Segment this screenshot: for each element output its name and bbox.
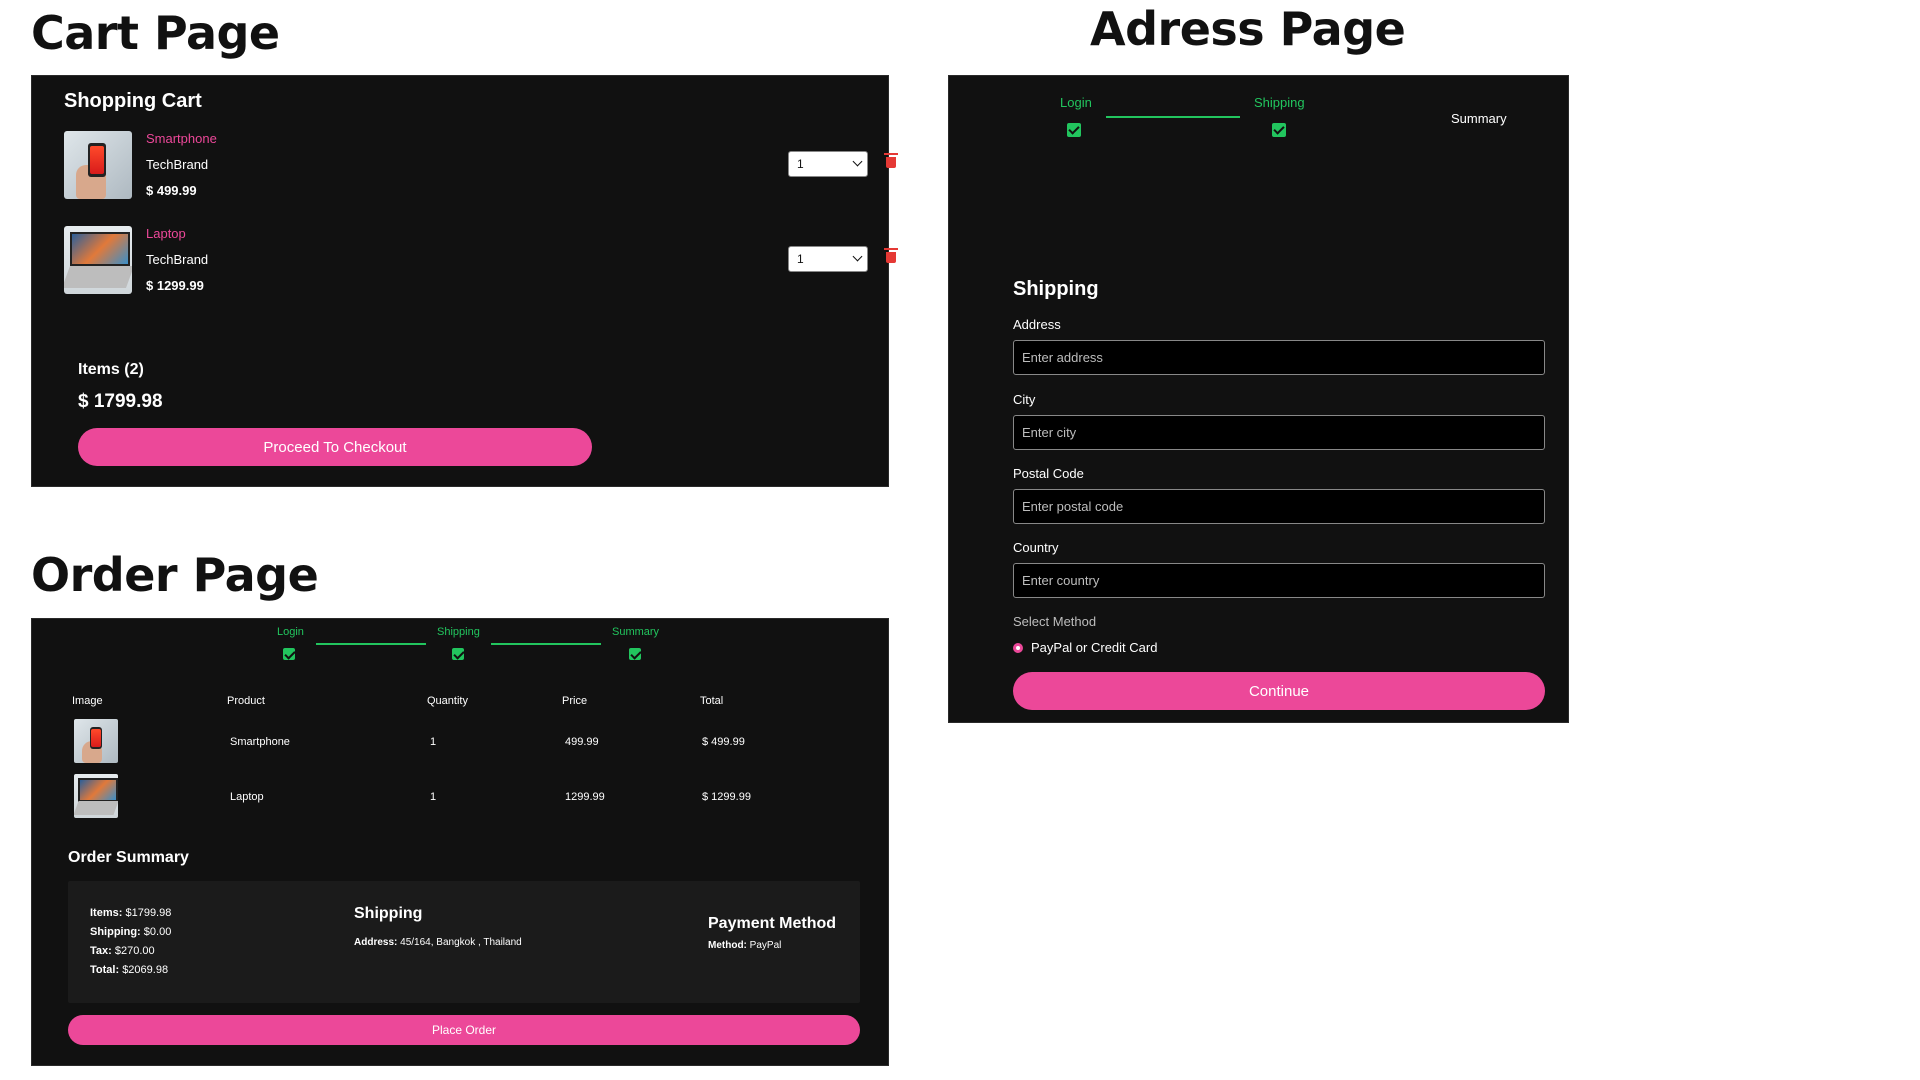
row-product: Smartphone	[230, 736, 290, 748]
quantity-select[interactable]: 1	[788, 246, 868, 272]
column-header-total: Total	[700, 695, 724, 707]
check-icon	[1067, 123, 1081, 137]
step-shipping-label: Shipping	[1254, 95, 1305, 110]
check-icon	[452, 648, 464, 660]
smartphone-image	[64, 131, 132, 199]
trash-icon[interactable]	[884, 248, 898, 263]
column-header-price: Price	[562, 695, 588, 707]
summary-items: Items: $1799.98	[90, 907, 172, 919]
summary-tax: Tax: $270.00	[90, 945, 155, 957]
chevron-down-icon	[852, 156, 863, 167]
row-total: $ 499.99	[702, 736, 745, 748]
city-input[interactable]	[1013, 415, 1545, 450]
order-summary-box: Items: $1799.98 Shipping: $0.00 Tax: $27…	[68, 881, 860, 1003]
select-method-label: Select Method	[1013, 614, 1097, 629]
row-product: Laptop	[230, 791, 264, 803]
quantity-value: 1	[797, 252, 804, 266]
step-connector	[491, 643, 601, 645]
proceed-to-checkout-button[interactable]: Proceed To Checkout	[78, 428, 592, 466]
row-price: 1299.99	[565, 791, 605, 803]
summary-total: Total: $2069.98	[90, 964, 169, 976]
row-quantity: 1	[430, 791, 437, 803]
paypal-option-label[interactable]: PayPal or Credit Card	[1031, 640, 1157, 655]
country-label: Country	[1013, 540, 1059, 555]
row-total: $ 1299.99	[702, 791, 751, 803]
order-shipping-address: Address: 45/164, Bangkok , Thailand	[354, 937, 522, 948]
column-header-product: Product	[227, 695, 265, 707]
laptop-image	[64, 226, 132, 294]
laptop-image	[74, 774, 118, 818]
order-shipping-title: Shipping	[354, 905, 423, 922]
column-header-quantity: Quantity	[427, 695, 468, 707]
order-panel: Login Shipping Summary Image Product Qua…	[31, 618, 889, 1066]
postal-code-label: Postal Code	[1013, 466, 1084, 481]
chevron-down-icon	[852, 251, 863, 262]
step-summary-label: Summary	[1451, 111, 1507, 126]
step-login-label: Login	[277, 626, 304, 638]
check-icon	[283, 648, 295, 660]
cart-items-count: Items (2)	[78, 361, 144, 378]
order-summary-heading: Order Summary	[68, 849, 189, 866]
quantity-select[interactable]: 1	[788, 151, 868, 177]
country-input[interactable]	[1013, 563, 1545, 598]
address-label: Address	[1013, 317, 1061, 332]
smartphone-image	[74, 719, 118, 763]
step-shipping-label: Shipping	[437, 626, 480, 638]
cart-item-brand: TechBrand	[146, 252, 209, 267]
summary-shipping: Shipping: $0.00	[90, 926, 172, 938]
city-label: City	[1013, 392, 1036, 407]
shipping-heading: Shipping	[1013, 278, 1099, 300]
payment-method-title: Payment Method	[708, 915, 837, 932]
cart-item-brand: TechBrand	[146, 157, 209, 172]
step-summary-label: Summary	[612, 626, 660, 638]
order-page-title: Order Page	[31, 548, 319, 602]
cart-item-name[interactable]: Laptop	[146, 226, 186, 241]
quantity-value: 1	[797, 157, 804, 171]
place-order-button[interactable]: Place Order	[68, 1015, 860, 1045]
step-connector	[316, 643, 426, 645]
step-login-label: Login	[1060, 95, 1092, 110]
address-page-title: Adress Page	[1090, 2, 1406, 56]
cart-heading: Shopping Cart	[64, 90, 202, 112]
payment-method-value: Method: PayPal	[708, 940, 782, 951]
postal-code-input[interactable]	[1013, 489, 1545, 524]
address-panel: Login Shipping Summary Shipping Address …	[948, 75, 1569, 723]
trash-icon[interactable]	[884, 153, 898, 168]
cart-item-laptop: Laptop TechBrand $ 1299.99 1	[64, 226, 898, 296]
radio-icon[interactable]	[1013, 643, 1023, 653]
check-icon	[629, 648, 641, 660]
row-quantity: 1	[430, 736, 437, 748]
cart-item-price: $ 1299.99	[146, 278, 204, 293]
cart-item-price: $ 499.99	[146, 183, 197, 198]
cart-total: $ 1799.98	[78, 391, 163, 412]
step-connector	[1106, 116, 1240, 118]
cart-item-smartphone: Smartphone TechBrand $ 499.99 1	[64, 131, 898, 201]
check-icon	[1272, 123, 1286, 137]
continue-button[interactable]: Continue	[1013, 672, 1545, 710]
column-header-image: Image	[72, 695, 103, 707]
cart-page-title: Cart Page	[31, 6, 280, 60]
cart-item-name[interactable]: Smartphone	[146, 131, 217, 146]
row-price: 499.99	[565, 736, 599, 748]
address-input[interactable]	[1013, 340, 1545, 375]
cart-panel: Shopping Cart Smartphone TechBrand $ 499…	[31, 75, 898, 487]
